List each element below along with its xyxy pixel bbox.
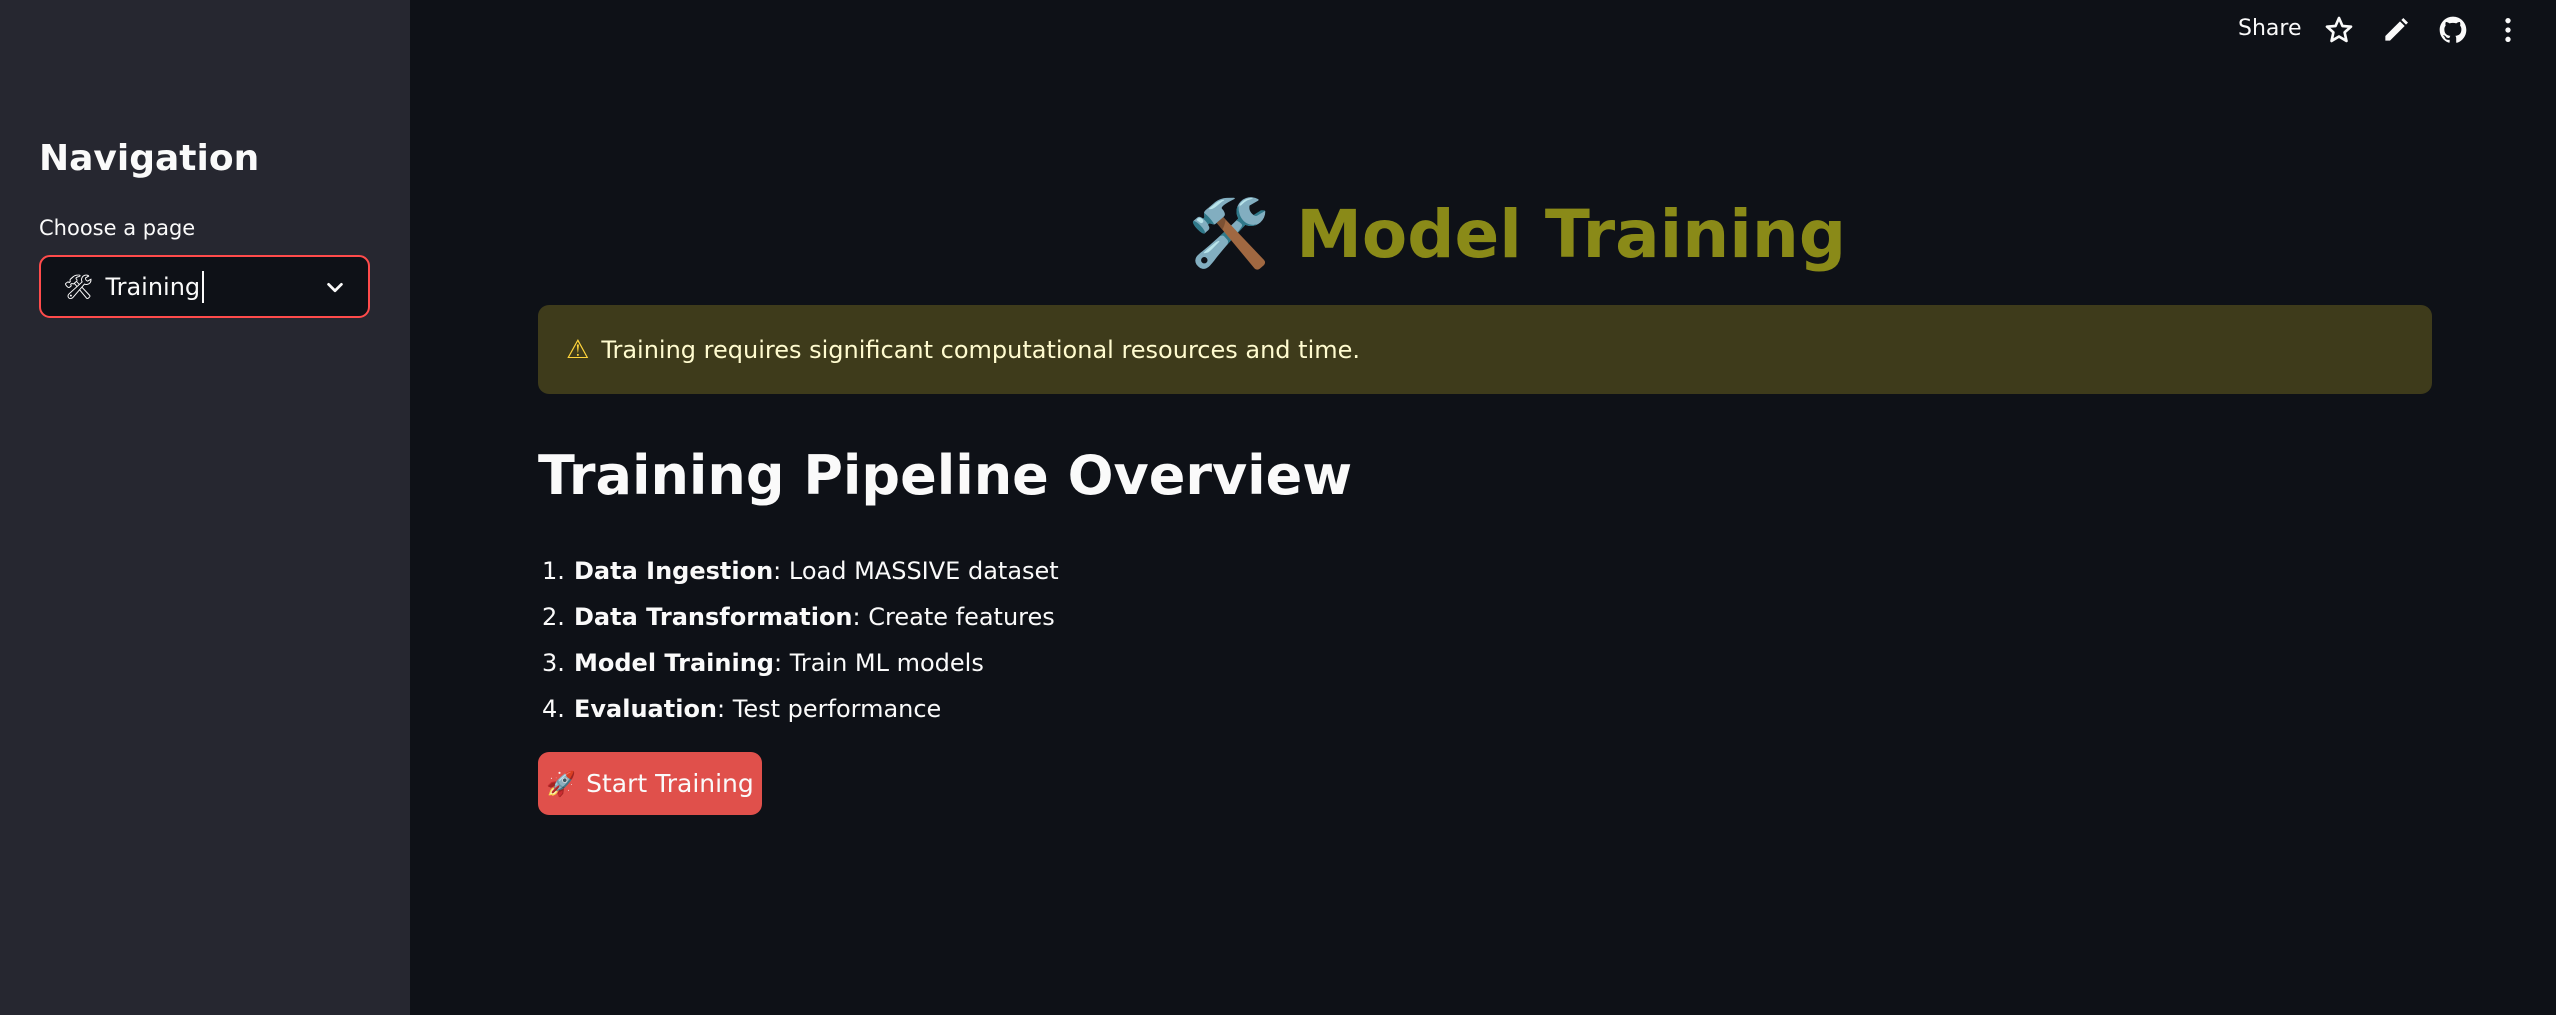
star-icon[interactable] xyxy=(2323,14,2355,46)
start-training-label: Start Training xyxy=(586,769,754,798)
rocket-icon: 🚀 xyxy=(546,769,577,798)
page-title-text: Model Training xyxy=(1296,195,1847,273)
step-description: : Test performance xyxy=(717,695,942,723)
edit-pencil-icon[interactable] xyxy=(2380,14,2412,46)
step-description: : Train ML models xyxy=(773,649,984,677)
step-name: Data Transformation xyxy=(574,603,853,631)
section-heading: Training Pipeline Overview xyxy=(538,444,1353,507)
page-select-value: Training xyxy=(105,272,201,301)
sidebar-title: Navigation xyxy=(39,138,260,179)
chevron-down-icon xyxy=(327,282,343,293)
start-training-button[interactable]: 🚀 Start Training xyxy=(538,752,762,815)
app-root: Navigation Choose a page 🛠 Training Shar… xyxy=(0,0,2556,1015)
step-description: : Create features xyxy=(852,603,1055,631)
sidebar: Navigation Choose a page 🛠 Training xyxy=(0,0,410,1015)
tools-icon: 🛠 xyxy=(63,272,94,301)
warning-text: Training requires significant computatio… xyxy=(601,335,1361,364)
page-select[interactable]: 🛠 Training xyxy=(39,255,370,318)
step-name: Data Ingestion xyxy=(574,557,774,585)
list-item: 1. Data Ingestion: Load MASSIVE dataset xyxy=(538,548,1059,594)
text-cursor xyxy=(202,270,205,303)
page-select-label: Choose a page xyxy=(39,216,196,240)
tools-icon: 🛠️ xyxy=(1188,195,1271,272)
github-icon[interactable] xyxy=(2437,14,2469,46)
step-number: 2. xyxy=(542,603,565,631)
step-number: 3. xyxy=(542,649,565,677)
step-name: Model Training xyxy=(574,649,774,677)
warning-alert: ⚠ Training requires significant computat… xyxy=(538,305,2432,394)
step-name: Evaluation xyxy=(574,695,718,723)
step-description: : Load MASSIVE dataset xyxy=(773,557,1059,585)
list-item: 3. Model Training: Train ML models xyxy=(538,640,1059,686)
share-button[interactable]: Share xyxy=(2238,16,2302,41)
step-number: 4. xyxy=(542,695,565,723)
page-title: 🛠️ Model Training xyxy=(1188,194,1846,274)
list-item: 2. Data Transformation: Create features xyxy=(538,594,1059,640)
list-item: 4. Evaluation: Test performance xyxy=(538,686,1059,732)
pipeline-steps-list: 1. Data Ingestion: Load MASSIVE dataset … xyxy=(538,548,1059,732)
warning-icon: ⚠ xyxy=(566,334,590,365)
step-number: 1. xyxy=(542,557,565,585)
more-vertical-icon[interactable] xyxy=(2492,14,2524,46)
